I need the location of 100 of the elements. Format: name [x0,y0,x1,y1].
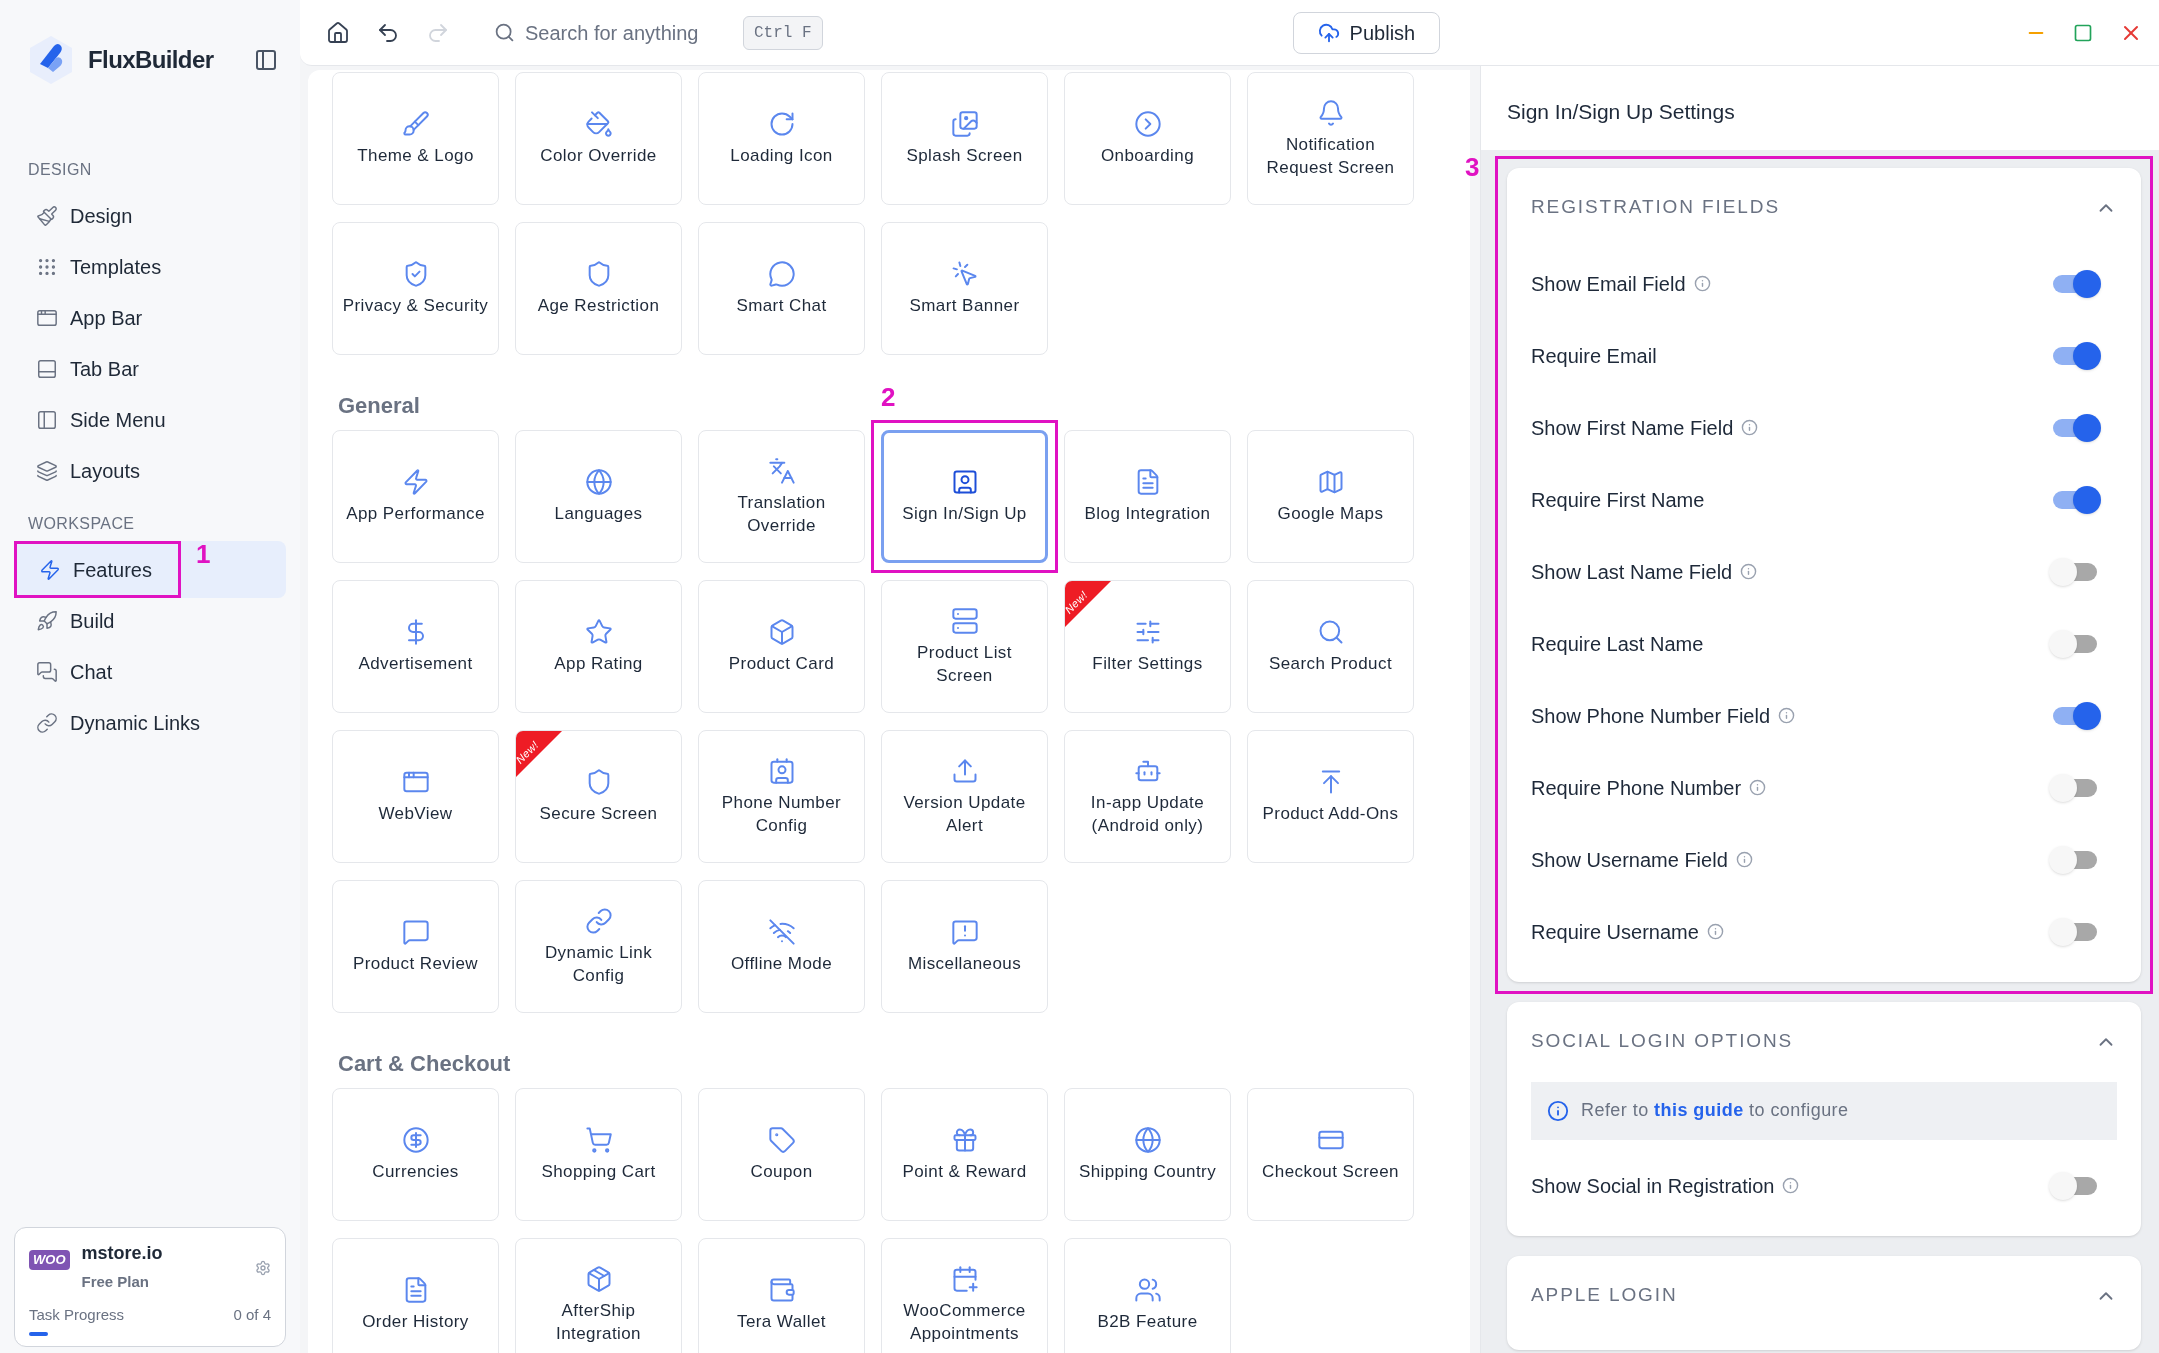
sidebar-item[interactable]: Design [14,190,159,241]
feature-tile[interactable]: Search Product [1247,580,1414,713]
workspace-card[interactable]: WOO mstore.io Free Plan Task Progress 0 of 4 [14,1227,286,1347]
feature-tile[interactable]: Point & Reward [881,1088,1048,1221]
feature-tile[interactable]: WebView [332,730,499,863]
feature-tile[interactable]: Notification Request Screen [1247,72,1414,205]
feature-tile[interactable]: Tera Wallet [698,1238,865,1353]
feature-tile[interactable]: Product Review [332,880,499,1013]
publish-button[interactable]: Publish [1292,11,1441,54]
dollar-circle-icon [401,1126,430,1154]
chevron-circle-icon [1133,110,1162,138]
translate-icon [767,456,796,485]
annotation-number: 2 [881,381,896,414]
sidebar-item[interactable]: Features [17,544,178,595]
search-icon [494,22,515,43]
feature-tile[interactable]: Product Add-Ons [1247,730,1414,863]
feature-tile[interactable]: Advertisement [332,580,499,713]
cart-icon [584,1126,613,1154]
list-icon [950,606,979,635]
feature-tile[interactable]: Google Maps [1247,430,1414,563]
plan-name: Free Plan [81,1272,151,1292]
feature-tile[interactable]: Dynamic Link Config [515,880,682,1013]
sidebar-item[interactable]: Tab Bar [14,343,165,394]
layers-icon [36,459,58,482]
feature-tile[interactable]: Languages [515,430,682,563]
brand-name: FluxBuilder [88,45,214,75]
tag-icon [767,1126,796,1154]
progress-label: Task Progress [29,1304,125,1325]
feature-tile[interactable]: Loading Icon [698,72,865,205]
feature-tile[interactable]: Offline Mode [698,880,865,1013]
feature-tile[interactable]: Splash Screen [881,72,1048,205]
home-icon[interactable] [326,20,350,45]
feature-tile[interactable]: Miscellaneous [881,880,1048,1013]
feature-tile[interactable]: WooCommerce Appointments [881,1238,1048,1353]
progress-count: 0 of 4 [233,1304,271,1325]
globe-icon [584,468,613,496]
section-label: DESIGN [27,160,93,180]
setting-label: Require Last Name [1531,631,1704,657]
feature-tile[interactable]: Shipping Country [1064,1088,1231,1221]
section-header[interactable]: APPLE LOGIN [1531,1255,2117,1336]
feature-tile[interactable]: Blog Integration [1064,430,1231,563]
sidebar-item[interactable]: Side Menu [14,394,192,445]
star-icon [584,618,613,646]
setting-label: Require Username [1531,919,1699,945]
feature-tile[interactable]: AfterShip Integration [515,1238,682,1353]
feature-tile[interactable]: Checkout Screen [1247,1088,1414,1221]
paintbrush-icon [36,204,58,227]
feature-tile[interactable]: In-app Update (Android only) [1064,730,1231,863]
feature-tile[interactable]: Product List Screen [881,580,1048,713]
sidebar-item[interactable]: App Bar [14,292,169,343]
lightning-icon [39,558,61,581]
feature-tile[interactable]: Theme & Logo [332,72,499,205]
feature-tile[interactable]: B2B Feature [1064,1238,1231,1353]
setting-label: Require Phone Number [1531,775,1742,801]
sidebar-item[interactable]: Build [14,595,141,646]
feature-tile[interactable]: Coupon [698,1088,865,1221]
feature-tile[interactable]: Shopping Cart [515,1088,682,1221]
feature-tile[interactable]: Version Update Alert [881,730,1048,863]
feature-tile[interactable]: Age Restriction [515,222,682,355]
setting-label: Show Last Name Field [1531,559,1733,585]
link-icon [584,906,613,935]
feature-tile[interactable]: App Rating [515,580,682,713]
feature-tile[interactable]: Phone Number Config [698,730,865,863]
shortcut-key: Ctrl F [743,15,823,50]
setting-label: Show Social in Registration [1531,1173,1775,1199]
annotation-number: 3 [1465,150,1480,184]
chat-bubble-icon [767,260,796,288]
feature-tile[interactable]: Color Override [515,72,682,205]
cloud-upload-icon [1317,21,1340,44]
sidebar-toggle-icon[interactable] [254,48,278,72]
maximize-icon[interactable] [2073,22,2093,43]
feature-tile[interactable]: Smart Chat [698,222,865,355]
feature-tile[interactable]: App Performance [332,430,499,563]
section-header[interactable]: SOCIAL LOGIN OPTIONS [1531,1001,2117,1082]
settings-icon[interactable] [255,1260,271,1276]
feature-tile[interactable]: Currencies [332,1088,499,1221]
chat-icon [36,660,58,683]
feature-tile[interactable]: Onboarding [1064,72,1231,205]
store-logo: WOO [29,1250,70,1270]
sidebar-item[interactable]: Chat [14,646,139,697]
feature-tile[interactable]: Privacy & Security [332,222,499,355]
sidebar-item[interactable]: Dynamic Links [14,697,227,748]
globe-icon [1133,1126,1162,1154]
images-icon [950,110,979,138]
setting-label: Require First Name [1531,487,1705,513]
pointer-click-icon [950,260,979,288]
comment-icon [401,918,430,946]
guide-link[interactable]: this guide [1654,1100,1744,1120]
section-header[interactable]: REGISTRATION FIELDS [1531,167,2117,248]
setting-label: Show First Name Field [1531,415,1734,441]
feature-tile[interactable]: Product Card [698,580,865,713]
feature-tile[interactable]: Smart Banner [881,222,1048,355]
link-icon [36,711,58,734]
feature-tile[interactable]: Sign In/Sign Up [881,430,1048,563]
feature-tile[interactable]: Translation Override [698,430,865,563]
sidebar-item[interactable]: Layouts [14,445,167,496]
sidebar-item[interactable]: Templates [14,241,188,292]
rocket-icon [36,609,58,632]
feature-tile[interactable]: Order History [332,1238,499,1353]
paint-bucket-icon [584,110,613,138]
